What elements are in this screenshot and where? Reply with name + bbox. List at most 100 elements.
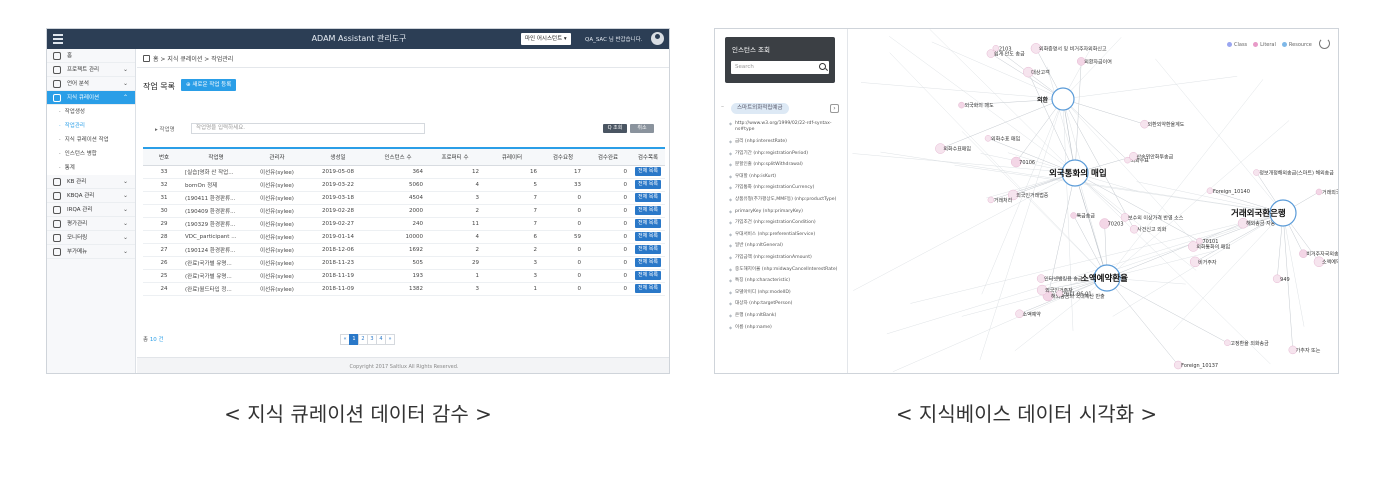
property-item[interactable]: 가입기간 (nhp:registrationPeriod) [729, 151, 841, 158]
table-cell: 29 [427, 256, 483, 270]
sidebar-subitem[interactable]: 작업관리 [47, 119, 135, 133]
sidebar-item[interactable]: 부가메뉴 ⌄ [47, 245, 135, 259]
property-item[interactable]: 금리 (nhp:interestRate) [729, 139, 841, 146]
new-task-button[interactable]: ⊕ 새로운 작업 등록 [181, 79, 237, 91]
chevron-icon: ⌄ [122, 178, 128, 185]
class-pill[interactable]: 스마트외화적립예금 [731, 103, 789, 114]
sidebar-subitem[interactable]: 인스턴스 병합 [47, 147, 135, 161]
property-item[interactable]: 가입금액 (nhp:registrationAmount) [729, 255, 841, 262]
table-row[interactable]: 31 (190411 환경판류... 이선유(sylee) 2019-03-18 450… [143, 191, 665, 205]
property-item[interactable]: 우대서비스 (nhp:preferentialService) [729, 232, 841, 239]
property-item[interactable]: 은행 (nhp:nltBank) [729, 313, 841, 320]
legend-dot [1227, 42, 1232, 47]
sidebar-subitem[interactable]: 지식 큐레이션 작업 [47, 133, 135, 147]
curation-screenshot: ADAM Assistant 관리도구 마인 어시스턴트 ▾ QA_SAC 님 … [46, 28, 670, 374]
table-cell: 33 [143, 165, 185, 179]
sidebar-subitem[interactable]: 통계 [47, 161, 135, 175]
table-cell: 2 [427, 243, 483, 257]
property-item[interactable]: 특징 (nhp:characteristic) [729, 278, 841, 285]
expand-arrow-icon[interactable]: › [830, 104, 839, 113]
graph-canvas[interactable]: 외국화의 매도보수외 이상가격 반영 소스외화통화의 매입고정환율 외화송금쉽게… [849, 29, 1339, 374]
sidebar-item[interactable]: 프로젝트 관리 ⌄ [47, 63, 135, 77]
view-all-button[interactable]: 전체 목록 [635, 284, 661, 293]
sidebar-item[interactable]: IRQA 관리 ⌄ [47, 203, 135, 217]
sidebar-item[interactable]: KB 관리 ⌄ [47, 175, 135, 189]
table-cell: 364 [369, 165, 427, 179]
avatar[interactable] [651, 32, 664, 45]
property-item[interactable]: 상품유형(추가평상도,MMF등) (nhp:productType) [729, 197, 841, 204]
node-label: 보수외 이상가격 반영 소스 [1128, 214, 1184, 221]
node-label: 외화증명서 및 비거주자외화신고 [1039, 45, 1107, 52]
node-label: 외환외약환율계도 [1148, 121, 1185, 128]
table-cell: 28 [143, 230, 185, 244]
view-all-button[interactable]: 전체 목록 [635, 219, 661, 228]
table-row[interactable]: 26 (완료)국가별 유명... 이선유(sylee) 2018-11-23 505 29… [143, 256, 665, 270]
page-icon [143, 55, 150, 62]
property-item[interactable]: 모델아이디 (nhp:modelID) [729, 290, 841, 297]
chevron-icon: ⌄ [122, 66, 128, 73]
sidebar-item[interactable]: KBQA 관리 ⌄ [47, 189, 135, 203]
sidebar-subitem[interactable]: 작업생성 [47, 105, 135, 119]
sidebar-item[interactable]: 지식 큐레이션 ⌃ [47, 91, 135, 105]
property-item[interactable]: 가입통화 (nhp:registrationCurrency) [729, 185, 841, 192]
view-all-button[interactable]: 전체 목록 [635, 245, 661, 254]
table-cell: 0 [585, 217, 631, 231]
breadcrumb-text: 홈 > 지식 큐레이션 > 작업관리 [153, 56, 234, 63]
table-row[interactable]: 24 (완료)월드타입 정... 이선유(sylee) 2018-11-09 1382 3… [143, 282, 665, 296]
node-label: 외환자금이여 [1084, 58, 1112, 65]
action-cell: 전체 목록 [631, 243, 665, 257]
property-item[interactable]: 일반 (nhp:nltGeneral) [729, 243, 841, 250]
view-all-button[interactable]: 전체 목록 [635, 180, 661, 189]
node-label: 70203 [1108, 222, 1124, 228]
property-item[interactable]: http://www.w3.org/1999/02/22-rdf-syntax-… [729, 121, 841, 134]
sidebar-item[interactable]: 모니터링 ⌄ [47, 231, 135, 245]
table-cell: 1382 [369, 282, 427, 296]
cancel-button[interactable]: 취소 [630, 124, 654, 133]
column-header: 인스턴스 수 [369, 147, 427, 166]
table-row[interactable]: 28 VDC_participant ... 이선유(sylee) 2019-01-1… [143, 230, 665, 244]
view-all-button[interactable]: 전체 목록 [635, 167, 661, 176]
table-header: 번호 작업명 관리자 생성일 인스턴스 수 프로퍼티 수 큐레이터 검수요청 검수완료 검수목록 [143, 147, 665, 166]
table-cell: 4 [427, 178, 483, 192]
table-row[interactable]: 30 (190409 환경판류... 이선유(sylee) 2019-02-28 200… [143, 204, 665, 218]
page-button[interactable]: » [385, 334, 395, 345]
property-list: http://www.w3.org/1999/02/22-rdf-syntax-… [729, 121, 841, 336]
action-cell: 전체 목록 [631, 282, 665, 296]
table-row[interactable]: 29 (190329 환경판류... 이선유(sylee) 2019-02-27 240… [143, 217, 665, 231]
view-all-button[interactable]: 전체 목록 [635, 193, 661, 202]
property-item[interactable]: 중도해지이율 (nhp:midwayCancelInterestRate) [729, 267, 841, 274]
instance-panel: 인스턴스 조회 Search – 스마트외화적립예금 › http://www.… [715, 29, 848, 373]
table-row[interactable]: 33 [실습]영화 산 작업... 이선유(sylee) 2019-05-08 364 1… [143, 165, 665, 179]
table-row[interactable]: 27 (190124 환경판류... 이선유(sylee) 2018-12-06 169… [143, 243, 665, 257]
view-all-button[interactable]: 전체 목록 [635, 258, 661, 267]
property-item[interactable]: primaryKey (nhp:primaryKey) [729, 209, 841, 216]
assistant-select[interactable]: 마인 어시스턴트 ▾ [521, 33, 571, 45]
table-row[interactable]: 25 (완료)국가별 유명... 이선유(sylee) 2018-11-19 193 1 3… [143, 269, 665, 283]
table-cell: 0 [541, 204, 585, 218]
table-cell: 이선유(sylee) [247, 217, 307, 231]
search-input[interactable]: Search [731, 61, 829, 74]
search-icon[interactable] [819, 63, 826, 70]
sidebar-item[interactable]: 언어 분석 ⌄ [47, 77, 135, 91]
view-all-button[interactable]: 전체 목록 [635, 271, 661, 280]
table-cell: (완료)월드타입 정... [185, 282, 247, 296]
property-item[interactable]: 분할인출 (nhp:splitWithdrawal) [729, 162, 841, 169]
property-item[interactable]: 우대할 (nhp:isKurt) [729, 174, 841, 181]
task-name-input[interactable]: 작업명을 입력하세요. [191, 123, 425, 134]
knowledge-graph[interactable]: 외국화의 매도 보수외 이상가격 반영 소스 외화통화의 매입 고정환율 외화송금 쉽게… [849, 29, 1339, 374]
node-label: 소액예약 ... [1322, 259, 1339, 266]
chevron-icon: ⌄ [122, 206, 128, 213]
refresh-icon[interactable] [1319, 38, 1330, 49]
node-label: 2011-06-01 [1062, 291, 1091, 297]
table-row[interactable]: 32 bornOn 정제 이선유(sylee) 2019-03-22 5060 4 5 33 0… [143, 178, 665, 192]
view-all-button[interactable]: 전체 목록 [635, 206, 661, 215]
sidebar-item[interactable]: 평가관리 ⌄ [47, 217, 135, 231]
property-item[interactable]: 가입조건 (nhp:registrationCondition) [729, 220, 841, 227]
page-title: 작업 목록 [143, 82, 175, 91]
action-cell: 전체 목록 [631, 204, 665, 218]
property-item[interactable]: 이름 (nhp:name) [729, 325, 841, 332]
sidebar-item[interactable]: 홈 [47, 49, 135, 63]
search-button[interactable]: Q 조회 [603, 124, 627, 133]
view-all-button[interactable]: 전체 목록 [635, 232, 661, 241]
property-item[interactable]: 대상자 (nhp:targetPerson) [729, 301, 841, 308]
